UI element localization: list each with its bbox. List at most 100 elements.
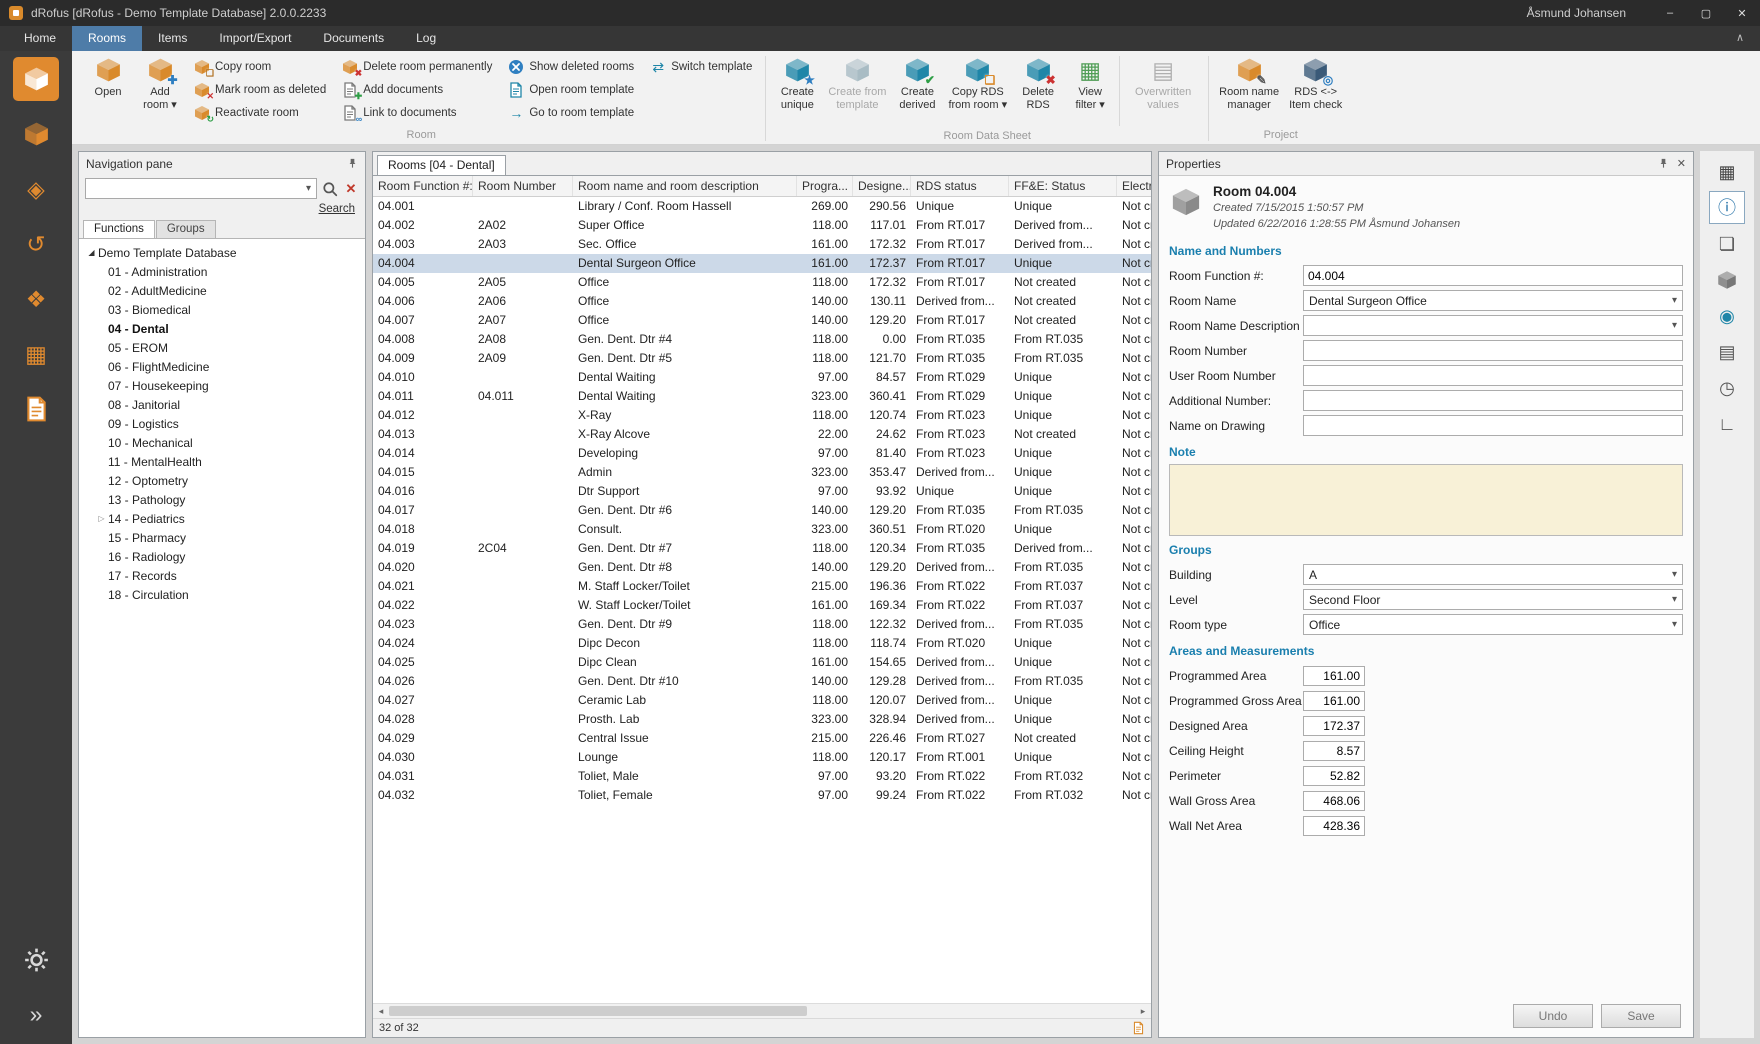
expand-rail-button[interactable]: » (13, 992, 59, 1036)
level-combo[interactable]: Second Floor▾ (1303, 589, 1683, 610)
items-rail-button[interactable]: ◈ (13, 167, 59, 211)
room-name-manager-button[interactable]: ✎Room name manager (1214, 53, 1284, 127)
column-header-room-name-and-room-description[interactable]: Room name and room description (573, 176, 797, 196)
table-row[interactable]: 04.032Toliet, Female97.0099.24From RT.02… (373, 786, 1151, 805)
open-button[interactable]: Open (82, 53, 134, 127)
undo-button[interactable]: Undo (1513, 1004, 1593, 1028)
tree-item-06-flightmedicine[interactable]: 06 - FlightMedicine (81, 357, 363, 376)
link-to-documents-button[interactable]: ∞Link to documents (336, 102, 498, 123)
tree-item-04-dental[interactable]: 04 - Dental (81, 319, 363, 338)
rooms-rail-button[interactable] (13, 112, 59, 156)
tree-item-07-housekeeping[interactable]: 07 - Housekeeping (81, 376, 363, 395)
tree-item-17-records[interactable]: 17 - Records (81, 566, 363, 585)
table-row[interactable]: 04.027Ceramic Lab118.00120.07Derived fro… (373, 691, 1151, 710)
reactivate-room-button[interactable]: ↻Reactivate room (188, 102, 332, 123)
images-tool-button[interactable]: ◉ (1709, 299, 1745, 332)
menu-tab-rooms[interactable]: Rooms (72, 26, 142, 51)
column-header-room-number[interactable]: Room Number (473, 176, 573, 196)
chevron-down-icon[interactable]: ▾ (1667, 295, 1682, 306)
tree-item-09-logistics[interactable]: 09 - Logistics (81, 414, 363, 433)
column-header-electri[interactable]: Electri... (1117, 176, 1151, 196)
perimeter-input[interactable] (1303, 766, 1365, 786)
chevron-down-icon[interactable]: ▾ (1667, 619, 1682, 630)
table-row[interactable]: 04.0082A08Gen. Dent. Dtr #4118.000.00Fro… (373, 330, 1151, 349)
tree-item-03-biomedical[interactable]: 03 - Biomedical (81, 300, 363, 319)
table-row[interactable]: 04.0062A06Office140.00130.11Derived from… (373, 292, 1151, 311)
clear-search-icon[interactable]: ✕ (343, 181, 359, 197)
tree-item-01-administration[interactable]: 01 - Administration (81, 262, 363, 281)
table-row[interactable]: 04.0072A07Office140.00129.20From RT.017N… (373, 311, 1151, 330)
name-on-drawing-input[interactable] (1303, 415, 1683, 436)
column-header-progra[interactable]: Progra... (797, 176, 853, 196)
switch-template-button[interactable]: ⇄Switch template (644, 56, 758, 77)
tree-item-18-circulation[interactable]: 18 - Circulation (81, 585, 363, 604)
tree-item-16-radiology[interactable]: 16 - Radiology (81, 547, 363, 566)
tree-item-11-mentalhealth[interactable]: 11 - MentalHealth (81, 452, 363, 471)
room-number-input[interactable] (1303, 340, 1683, 361)
chevron-down-icon[interactable]: ▾ (301, 183, 316, 194)
table-row[interactable]: 04.023Gen. Dent. Dtr #9118.00122.32Deriv… (373, 615, 1151, 634)
table-row[interactable]: 04.031Toliet, Male97.0093.20From RT.022F… (373, 767, 1151, 786)
rooms-tool-button[interactable] (1709, 263, 1745, 296)
table-row[interactable]: 04.0032A03Sec. Office161.00172.32From RT… (373, 235, 1151, 254)
table-row[interactable]: 04.012X-Ray118.00120.74From RT.023Unique… (373, 406, 1151, 425)
additional-number-input[interactable] (1303, 390, 1683, 411)
reports-rail-button[interactable] (13, 387, 59, 431)
table-row[interactable]: 04.01104.011Dental Waiting323.00360.41Fr… (373, 387, 1151, 406)
table-row[interactable]: 04.018Consult.323.00360.51From RT.020Uni… (373, 520, 1151, 539)
table-row[interactable]: 04.024Dipc Decon118.00118.74From RT.020U… (373, 634, 1151, 653)
documents-tool-button[interactable]: ▤ (1709, 335, 1745, 368)
table-row[interactable]: 04.0022A02Super Office118.00117.01From R… (373, 216, 1151, 235)
copy-rds-from-room-button[interactable]: ❏Copy RDS from room ▾ (943, 53, 1012, 127)
mark-room-as-deleted-button[interactable]: ✕Mark room as deleted (188, 79, 332, 100)
table-row[interactable]: 04.014Developing97.0081.40From RT.023Uni… (373, 444, 1151, 463)
table-row[interactable]: 04.030Lounge118.00120.17From RT.001Uniqu… (373, 748, 1151, 767)
tree-item-10-mechanical[interactable]: 10 - Mechanical (81, 433, 363, 452)
expand-icon[interactable]: ▷ (95, 514, 108, 523)
close-button[interactable]: ✕ (1724, 0, 1760, 26)
menu-tab-items[interactable]: Items (142, 26, 203, 51)
table-row[interactable]: 04.016Dtr Support97.0093.92UniqueUniqueN… (373, 482, 1151, 501)
tree-item-15-pharmacy[interactable]: 15 - Pharmacy (81, 528, 363, 547)
chevron-down-icon[interactable]: ▾ (1667, 320, 1682, 331)
table-row[interactable]: 04.029Central Issue215.00226.46From RT.0… (373, 729, 1151, 748)
table-row[interactable]: 04.013X-Ray Alcove22.0024.62From RT.023N… (373, 425, 1151, 444)
table-row[interactable]: 04.010Dental Waiting97.0084.57From RT.02… (373, 368, 1151, 387)
chevron-down-icon[interactable]: ▾ (1667, 594, 1682, 605)
table-row[interactable]: 04.021M. Staff Locker/Toilet215.00196.36… (373, 577, 1151, 596)
settings-rail-button[interactable] (13, 938, 59, 982)
create-derived-button[interactable]: ✔Create derived (891, 53, 943, 127)
search-link[interactable]: Search (319, 203, 355, 215)
tree-item-12-optometry[interactable]: 12 - Optometry (81, 471, 363, 490)
delete-room-permanently-button[interactable]: ✖Delete room permanently (336, 56, 498, 77)
attachments-rail-button[interactable]: ❖ (13, 277, 59, 321)
show-deleted-rooms-button[interactable]: Show deleted rooms (502, 56, 640, 77)
add-documents-button[interactable]: ✚Add documents (336, 79, 498, 100)
tree-item-08-janitorial[interactable]: 08 - Janitorial (81, 395, 363, 414)
room-name-combo[interactable]: Dental Surgeon Office▾ (1303, 290, 1683, 311)
search-icon[interactable] (321, 180, 339, 198)
open-room-template-button[interactable]: Open room template (502, 79, 640, 100)
column-header-designe[interactable]: Designe... (853, 176, 911, 196)
menu-tab-home[interactable]: Home (8, 26, 72, 51)
column-header-ff-e-status[interactable]: FF&E: Status (1009, 176, 1117, 196)
table-row[interactable]: 04.022W. Staff Locker/Toilet161.00169.34… (373, 596, 1151, 615)
building-combo[interactable]: A▾ (1303, 564, 1683, 585)
pin-icon[interactable] (1658, 158, 1669, 169)
close-icon[interactable]: ✕ (1677, 157, 1686, 170)
scrollbar-track[interactable] (389, 1004, 1135, 1018)
buildings-rail-button[interactable]: ▦ (13, 332, 59, 376)
delete-rds-button[interactable]: ✖Delete RDS (1012, 53, 1064, 127)
scrollbar-thumb[interactable] (389, 1006, 807, 1016)
copy-room-button[interactable]: ❏Copy room (188, 56, 332, 77)
table-row[interactable]: 04.0192C04Gen. Dent. Dtr #7118.00120.34F… (373, 539, 1151, 558)
table-row[interactable]: 04.026Gen. Dent. Dtr #10140.00129.28Deri… (373, 672, 1151, 691)
scroll-right-icon[interactable]: ▸ (1135, 1006, 1151, 1017)
go-to-room-template-button[interactable]: →Go to room template (502, 102, 640, 123)
home-rail-button[interactable] (13, 57, 59, 101)
menu-tab-import-export[interactable]: Import/Export (203, 26, 307, 51)
info-tool-button[interactable]: ⓘ (1709, 191, 1745, 224)
designed-area-input[interactable] (1303, 716, 1365, 736)
table-row[interactable]: 04.004Dental Surgeon Office161.00172.37F… (373, 254, 1151, 273)
tree-item-14-pediatrics[interactable]: ▷14 - Pediatrics (81, 509, 363, 528)
